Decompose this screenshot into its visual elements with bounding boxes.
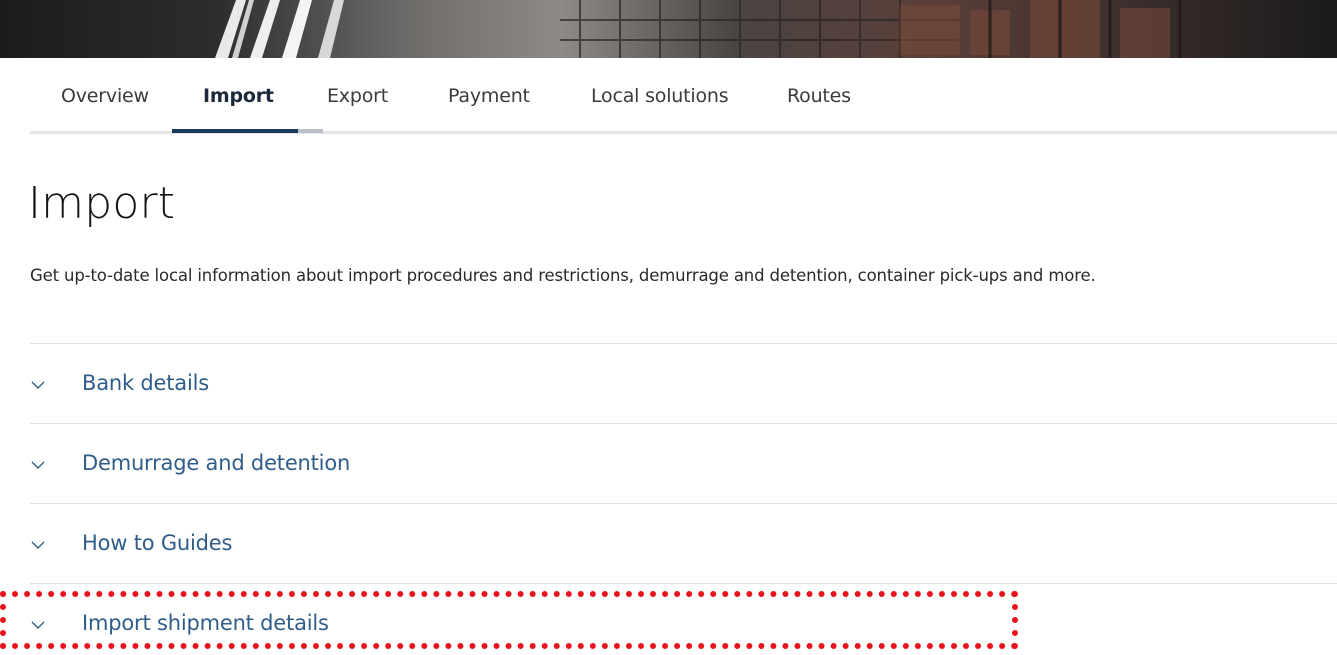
chevron-down-icon — [31, 541, 45, 549]
tab-routes[interactable]: Routes — [787, 85, 851, 107]
page-title: Import — [28, 178, 176, 229]
accordion-item-bank-details[interactable]: Bank details — [30, 343, 1337, 423]
tab-local-solutions[interactable]: Local solutions — [591, 85, 729, 107]
tab-export[interactable]: Export — [327, 85, 388, 107]
tab-indicator-track — [298, 129, 323, 133]
chevron-down-icon — [31, 381, 45, 389]
accordion-label: How to Guides — [82, 531, 233, 555]
accordion-label: Demurrage and detention — [82, 451, 351, 475]
accordion-label: Bank details — [82, 371, 209, 395]
active-tab-indicator — [172, 129, 298, 133]
accordion: Bank details Demurrage and detention How… — [30, 343, 1337, 655]
chevron-down-icon — [31, 621, 45, 629]
tab-overview[interactable]: Overview — [61, 85, 149, 107]
tab-payment[interactable]: Payment — [448, 85, 530, 107]
accordion-item-demurrage-and-detention[interactable]: Demurrage and detention — [30, 423, 1337, 503]
accordion-item-import-shipment-details[interactable]: Import shipment details — [30, 583, 1337, 655]
chevron-down-icon — [31, 461, 45, 469]
page-intro: Get up-to-date local information about i… — [30, 266, 1096, 285]
tab-bar: Overview Import Export Payment Local sol… — [30, 58, 1337, 134]
tab-import[interactable]: Import — [203, 85, 274, 107]
accordion-item-how-to-guides[interactable]: How to Guides — [30, 503, 1337, 583]
hero-banner-image — [0, 0, 1337, 58]
accordion-label: Import shipment details — [82, 611, 329, 635]
